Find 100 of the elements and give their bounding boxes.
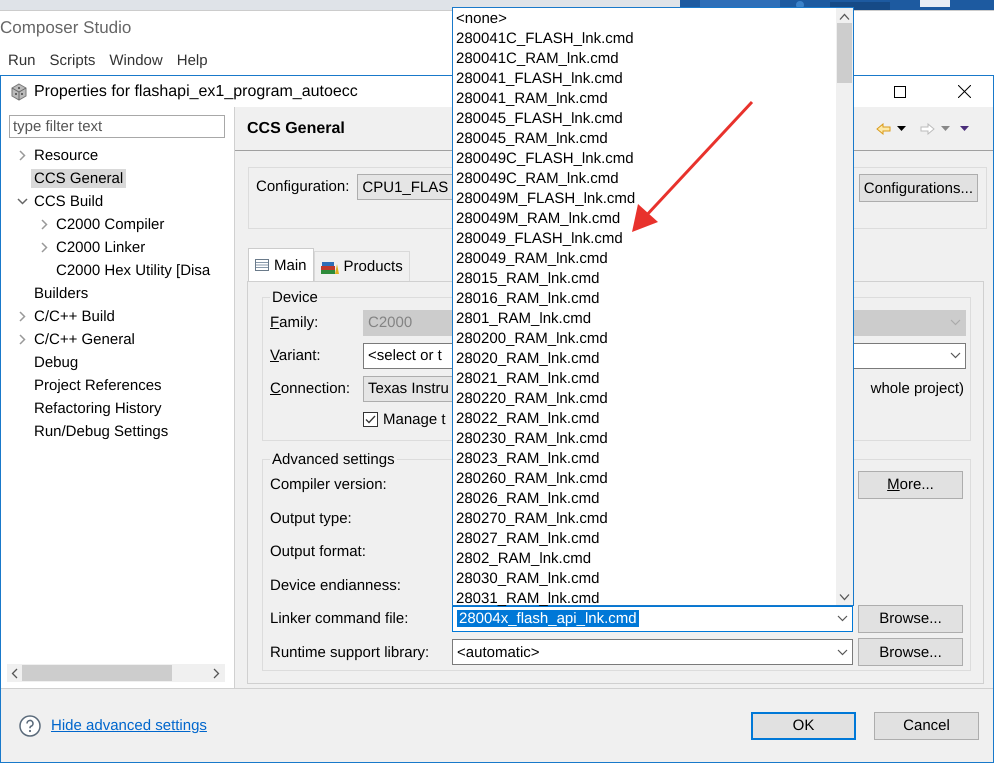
list-option[interactable]: 28016_RAM_lnk.cmd xyxy=(453,289,836,309)
tree-item[interactable]: Project References xyxy=(31,376,165,395)
chevron-right-icon[interactable] xyxy=(18,334,26,345)
books-icon xyxy=(320,260,339,274)
chevron-down-icon xyxy=(950,319,961,326)
menu-item[interactable]: Scripts xyxy=(50,52,96,68)
field-label: Linker command file: xyxy=(270,610,410,628)
field-label: Compiler version: xyxy=(270,476,388,494)
list-option[interactable]: 28022_RAM_lnk.cmd xyxy=(453,409,836,429)
list-option[interactable]: 280200_RAM_lnk.cmd xyxy=(453,329,836,349)
list-option[interactable]: 280041_RAM_lnk.cmd xyxy=(453,89,836,109)
ok-button[interactable]: OK xyxy=(751,712,856,740)
field-label: Runtime support library: xyxy=(270,644,430,661)
list-option[interactable]: 28030_RAM_lnk.cmd xyxy=(453,569,836,589)
menu-item[interactable]: Window xyxy=(109,52,163,68)
tree-item[interactable]: CCS General xyxy=(31,169,126,188)
list-option[interactable]: 280230_RAM_lnk.cmd xyxy=(453,429,836,449)
list-option[interactable]: 280041_FLASH_lnk.cmd xyxy=(453,69,836,89)
back-arrow-icon[interactable] xyxy=(876,122,891,134)
tree-item[interactable]: C2000 Compiler xyxy=(53,215,168,234)
menu-item[interactable]: Run xyxy=(8,52,36,68)
chevron-right-icon[interactable] xyxy=(40,242,48,253)
scrollbar-thumb[interactable] xyxy=(837,23,852,83)
list-option[interactable]: 280049M_RAM_lnk.cmd xyxy=(453,209,836,229)
dialog-title: Properties for flashapi_ex1_program_autoecc xyxy=(34,82,358,100)
list-option[interactable]: 280045_FLASH_lnk.cmd xyxy=(453,109,836,129)
chevron-right-icon[interactable] xyxy=(18,311,26,322)
list-option[interactable]: 280045_RAM_lnk.cmd xyxy=(453,129,836,149)
checkbox-label: Manage t xyxy=(383,410,446,428)
cube-icon xyxy=(10,82,28,100)
forward-arrow-icon[interactable] xyxy=(920,122,935,134)
chevron-right-icon[interactable] xyxy=(40,219,48,230)
maximize-icon[interactable] xyxy=(894,86,906,98)
list-option[interactable]: 280049C_RAM_lnk.cmd xyxy=(453,169,836,189)
browse-button[interactable]: Browse... xyxy=(858,604,963,633)
tab[interactable]: Products xyxy=(314,251,410,281)
list-option[interactable]: 280220_RAM_lnk.cmd xyxy=(453,389,836,409)
list-option[interactable]: 280049M_FLASH_lnk.cmd xyxy=(453,189,836,209)
view-menu-icon[interactable] xyxy=(960,126,969,131)
list-option[interactable]: 2801_RAM_lnk.cmd xyxy=(453,309,836,329)
list-option[interactable]: 28023_RAM_lnk.cmd xyxy=(453,449,836,469)
list-option[interactable]: 2802_RAM_lnk.cmd xyxy=(453,549,836,569)
list-option[interactable]: 28026_RAM_lnk.cmd xyxy=(453,489,836,509)
field-label: Connection: xyxy=(270,380,352,397)
app-title: Composer Studio xyxy=(0,18,132,38)
help-icon[interactable] xyxy=(19,714,41,736)
list-option[interactable]: 28027_RAM_lnk.cmd xyxy=(453,529,836,549)
tree-item[interactable]: C2000 Hex Utility [Disa xyxy=(53,261,214,280)
tree-item[interactable]: Debug xyxy=(31,353,82,372)
checkbox[interactable] xyxy=(363,412,378,426)
group-title: Device xyxy=(271,289,319,306)
chevron-down-icon xyxy=(837,615,848,622)
filter-field[interactable]: type filter text xyxy=(9,115,225,138)
tree-item[interactable]: C/C++ Build xyxy=(31,307,118,326)
tree-item[interactable]: Run/Debug Settings xyxy=(31,422,172,441)
combo-field[interactable]: 28004x_flash_api_lnk.cmd xyxy=(452,606,853,632)
chevron-down-icon[interactable] xyxy=(16,198,28,205)
field-note: whole project) xyxy=(870,380,965,397)
menu-item[interactable]: Help xyxy=(176,52,208,68)
field-label: Variant: xyxy=(270,347,322,364)
field-label: Output type: xyxy=(270,510,353,527)
close-icon[interactable] xyxy=(958,85,970,98)
chevron-down-icon xyxy=(837,648,848,656)
combo-field[interactable]: <automatic> xyxy=(452,639,853,666)
scroll-up-icon[interactable] xyxy=(839,13,850,21)
tree-item[interactable]: CCS Build xyxy=(31,192,106,211)
list-option[interactable]: 28021_RAM_lnk.cmd xyxy=(453,369,836,389)
configurations-button[interactable]: Configurations... xyxy=(858,174,978,202)
list-option[interactable]: 280260_RAM_lnk.cmd xyxy=(453,469,836,489)
scroll-right-icon[interactable] xyxy=(213,668,220,678)
field-label: Family: xyxy=(270,314,320,331)
list-option[interactable]: 28020_RAM_lnk.cmd xyxy=(453,349,836,369)
list-option[interactable]: 280270_RAM_lnk.cmd xyxy=(453,509,836,529)
list-option[interactable]: 28015_RAM_lnk.cmd xyxy=(453,269,836,289)
browse-button[interactable]: Browse... xyxy=(858,638,963,666)
chevron-right-icon[interactable] xyxy=(18,150,26,161)
cancel-button[interactable]: Cancel xyxy=(874,712,979,740)
list-option[interactable]: <none> xyxy=(453,9,836,29)
page-title: CCS General xyxy=(247,120,346,138)
tree-item[interactable]: Builders xyxy=(31,284,92,303)
tab[interactable]: Main xyxy=(248,248,314,281)
list-option[interactable]: 280049C_FLASH_lnk.cmd xyxy=(453,149,836,169)
scroll-down-icon[interactable] xyxy=(839,593,850,601)
horizontal-scrollbar[interactable] xyxy=(7,664,225,682)
dropdown-icon[interactable] xyxy=(897,126,906,131)
scroll-left-icon[interactable] xyxy=(11,668,18,678)
scrollbar-thumb[interactable] xyxy=(22,665,172,681)
hide-advanced-link[interactable]: Hide advanced settings xyxy=(51,717,207,734)
tree-item[interactable]: Resource xyxy=(31,146,102,165)
tree-item[interactable]: C2000 Linker xyxy=(53,238,148,257)
tree-item[interactable]: C/C++ General xyxy=(31,330,138,349)
table-icon xyxy=(255,259,269,271)
list-option[interactable]: 280049_RAM_lnk.cmd xyxy=(453,249,836,269)
list-option[interactable]: 280041C_RAM_lnk.cmd xyxy=(453,49,836,69)
tree-item[interactable]: Refactoring History xyxy=(31,399,165,418)
vertical-scrollbar[interactable] xyxy=(836,8,853,605)
list-option[interactable]: 280041C_FLASH_lnk.cmd xyxy=(453,29,836,49)
field-label: Device endianness: xyxy=(270,576,402,594)
list-option[interactable]: 280049_FLASH_lnk.cmd xyxy=(453,229,836,249)
more-button[interactable]: More... xyxy=(858,470,963,499)
